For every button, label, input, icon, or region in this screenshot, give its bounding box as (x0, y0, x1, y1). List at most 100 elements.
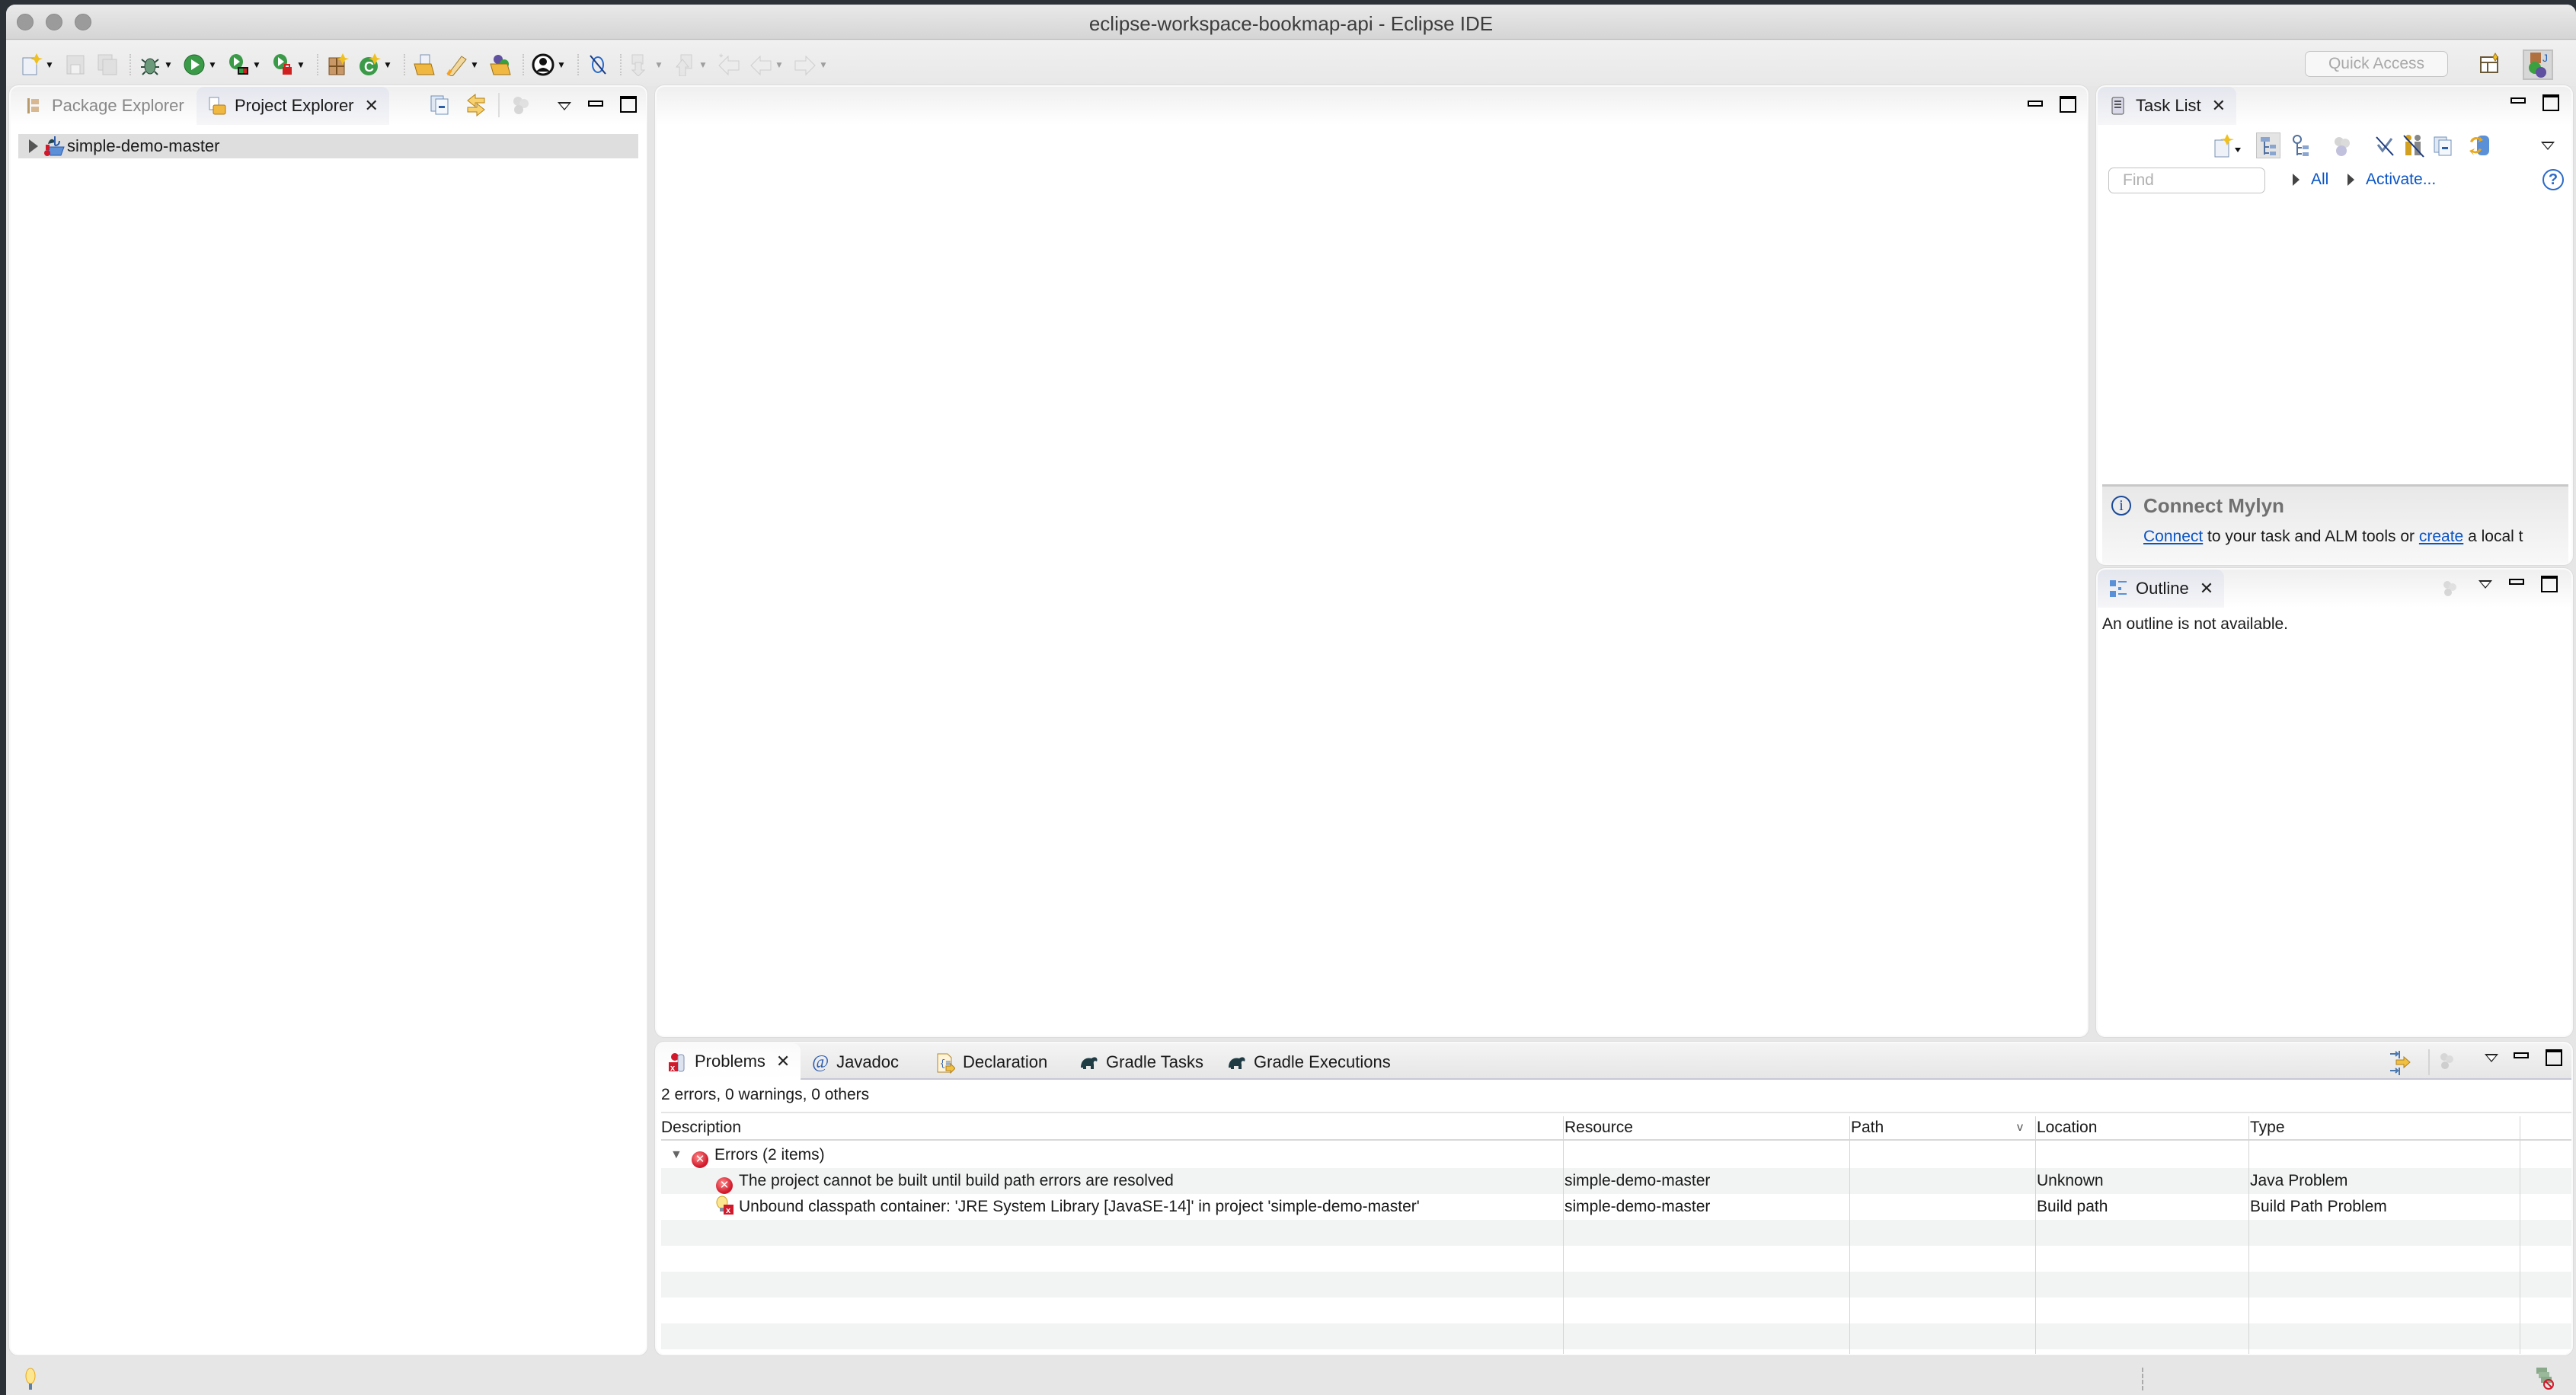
last-edit-location-button[interactable]: * (718, 51, 740, 78)
all-working-sets-link[interactable]: All (2311, 171, 2328, 189)
view-menu-icon[interactable] (2485, 1054, 2498, 1062)
minimize-view-button[interactable] (2509, 579, 2524, 585)
close-tab-icon[interactable]: ✕ (2212, 96, 2226, 116)
tab-task-list[interactable]: Task List ✕ (2098, 87, 2237, 125)
dropdown-arrow-icon[interactable]: ▼ (470, 59, 479, 70)
table-row[interactable]: x Unbound classpath container: 'JRE Syst… (661, 1194, 2571, 1220)
column-header-description[interactable]: Description (661, 1115, 741, 1141)
expand-collapse-icon[interactable] (2389, 1049, 2413, 1081)
dropdown-arrow-icon[interactable]: ▼ (819, 59, 828, 70)
save-button[interactable] (64, 52, 87, 78)
save-all-button[interactable] (96, 52, 119, 78)
create-link[interactable]: create (2419, 528, 2463, 545)
tab-outline[interactable]: Outline ✕ (2098, 570, 2225, 608)
new-task-icon[interactable] (2212, 134, 2242, 163)
view-menu-icon[interactable] (2541, 142, 2555, 150)
back-button[interactable]: ▼ (749, 52, 784, 78)
account-button[interactable]: ▼ (532, 52, 566, 78)
open-type-button[interactable] (413, 52, 436, 78)
open-task-button[interactable]: ▼ (445, 52, 479, 78)
close-tab-icon[interactable]: ✕ (2200, 579, 2213, 599)
focus-on-active-task-icon[interactable] (2440, 579, 2460, 603)
expand-arrow-icon[interactable] (29, 139, 38, 153)
maximize-view-button[interactable] (2546, 1049, 2562, 1066)
dropdown-arrow-icon[interactable]: ▼ (164, 59, 173, 70)
maximize-view-button[interactable] (2541, 576, 2558, 592)
column-divider[interactable] (1849, 1116, 1850, 1354)
maximize-view-button[interactable] (2542, 94, 2559, 111)
dropdown-arrow-icon[interactable]: ▼ (698, 59, 708, 70)
dropdown-arrow-icon[interactable]: ▼ (252, 59, 261, 70)
collapse-all-icon[interactable] (2433, 134, 2456, 163)
run-external-tools-button[interactable]: ▼ (271, 52, 305, 78)
dropdown-arrow-icon[interactable]: ▼ (45, 59, 54, 70)
column-header-type[interactable]: Type (2250, 1115, 2285, 1141)
java-perspective-icon[interactable]: J (2523, 49, 2553, 80)
column-header-location[interactable]: Location (2037, 1115, 2097, 1141)
minimize-editor-button[interactable] (2028, 101, 2043, 107)
progress-error-icon[interactable] (2535, 1366, 2558, 1395)
show-only-my-tasks-icon[interactable] (2401, 134, 2425, 163)
minimize-view-button[interactable] (2514, 1052, 2529, 1058)
next-annotation-button[interactable]: ▼ (629, 52, 663, 78)
maximize-view-button[interactable] (620, 96, 637, 113)
run-button[interactable]: ▼ (183, 52, 217, 78)
column-header-resource[interactable]: Resource (1564, 1115, 1633, 1141)
dropdown-arrow-icon[interactable]: ▼ (383, 59, 392, 70)
tab-gradle-tasks[interactable]: Gradle Tasks (1068, 1043, 1214, 1081)
column-divider[interactable] (1563, 1116, 1564, 1354)
table-row-group[interactable]: ▼ ✕ Errors (2 items) (661, 1142, 2571, 1168)
new-wizard-button[interactable]: ▼ (20, 52, 54, 78)
view-menu-icon[interactable] (558, 102, 571, 110)
activate-task-link[interactable]: Activate... (2366, 171, 2436, 189)
connect-link[interactable]: Connect (2143, 528, 2203, 545)
focus-on-workweek-icon[interactable] (2331, 134, 2354, 163)
tree-item-project[interactable]: simple-demo-master (18, 134, 638, 158)
toggle-mark-occurrences-button[interactable] (586, 52, 609, 78)
previous-annotation-button[interactable]: ▼ (673, 52, 708, 78)
tab-problems[interactable]: x Problems ✕ (657, 1043, 801, 1080)
column-divider[interactable] (2035, 1116, 2036, 1354)
tab-project-explorer[interactable]: Project Explorer ✕ (197, 87, 389, 125)
synchronize-changed-icon[interactable] (2468, 132, 2492, 163)
close-tab-icon[interactable]: ✕ (365, 96, 379, 116)
focus-on-active-task-icon[interactable] (2437, 1051, 2457, 1077)
hide-completed-tasks-icon[interactable] (2373, 134, 2396, 163)
quick-access-input[interactable]: Quick Access (2305, 51, 2448, 77)
categorized-view-button[interactable] (2256, 132, 2280, 158)
new-java-package-button[interactable] (326, 52, 349, 78)
open-perspective-icon[interactable] (2479, 53, 2501, 75)
tab-declaration[interactable]: {≡ Declaration (925, 1043, 1058, 1081)
table-row[interactable]: ✕ The project cannot be built until buil… (661, 1168, 2571, 1194)
minimize-view-button[interactable] (588, 101, 603, 107)
tab-javadoc[interactable]: @ Javadoc (801, 1043, 909, 1081)
collapse-all-icon[interactable] (430, 94, 451, 120)
help-icon[interactable]: ? (2542, 169, 2564, 190)
tab-package-explorer[interactable]: Package Explorer (14, 87, 195, 125)
link-with-editor-icon[interactable] (465, 93, 487, 122)
open-project-button[interactable] (489, 52, 512, 78)
tip-of-the-day-icon[interactable] (23, 1368, 38, 1395)
column-divider[interactable] (2248, 1116, 2249, 1354)
column-header-path[interactable]: Path (1851, 1115, 1884, 1141)
sort-chevron-icon[interactable]: v (2017, 1115, 2023, 1141)
focus-on-active-task-icon[interactable] (510, 94, 532, 120)
forward-button[interactable]: ▼ (794, 52, 828, 78)
tab-gradle-executions[interactable]: Gradle Executions (1216, 1043, 1401, 1081)
debug-button[interactable]: ▼ (139, 52, 173, 78)
coverage-button[interactable]: ▼ (227, 52, 261, 78)
dropdown-arrow-icon[interactable]: ▼ (654, 59, 663, 70)
minimize-view-button[interactable] (2510, 97, 2526, 104)
dropdown-arrow-icon[interactable]: ▼ (557, 59, 566, 70)
collapse-arrow-icon[interactable]: ▼ (670, 1142, 682, 1168)
scheduled-view-button[interactable] (2290, 134, 2312, 163)
activate-dropdown-arrow-icon[interactable] (2347, 174, 2354, 186)
dropdown-arrow-icon[interactable]: ▼ (208, 59, 217, 70)
maximize-editor-button[interactable] (2060, 96, 2076, 113)
all-dropdown-arrow-icon[interactable] (2293, 174, 2300, 186)
close-tab-icon[interactable]: ✕ (776, 1052, 790, 1071)
view-menu-icon[interactable] (2479, 580, 2492, 589)
new-java-class-button[interactable]: C ▼ (358, 52, 392, 78)
find-task-input[interactable]: Find (2108, 168, 2265, 193)
dropdown-arrow-icon[interactable]: ▼ (296, 59, 305, 70)
